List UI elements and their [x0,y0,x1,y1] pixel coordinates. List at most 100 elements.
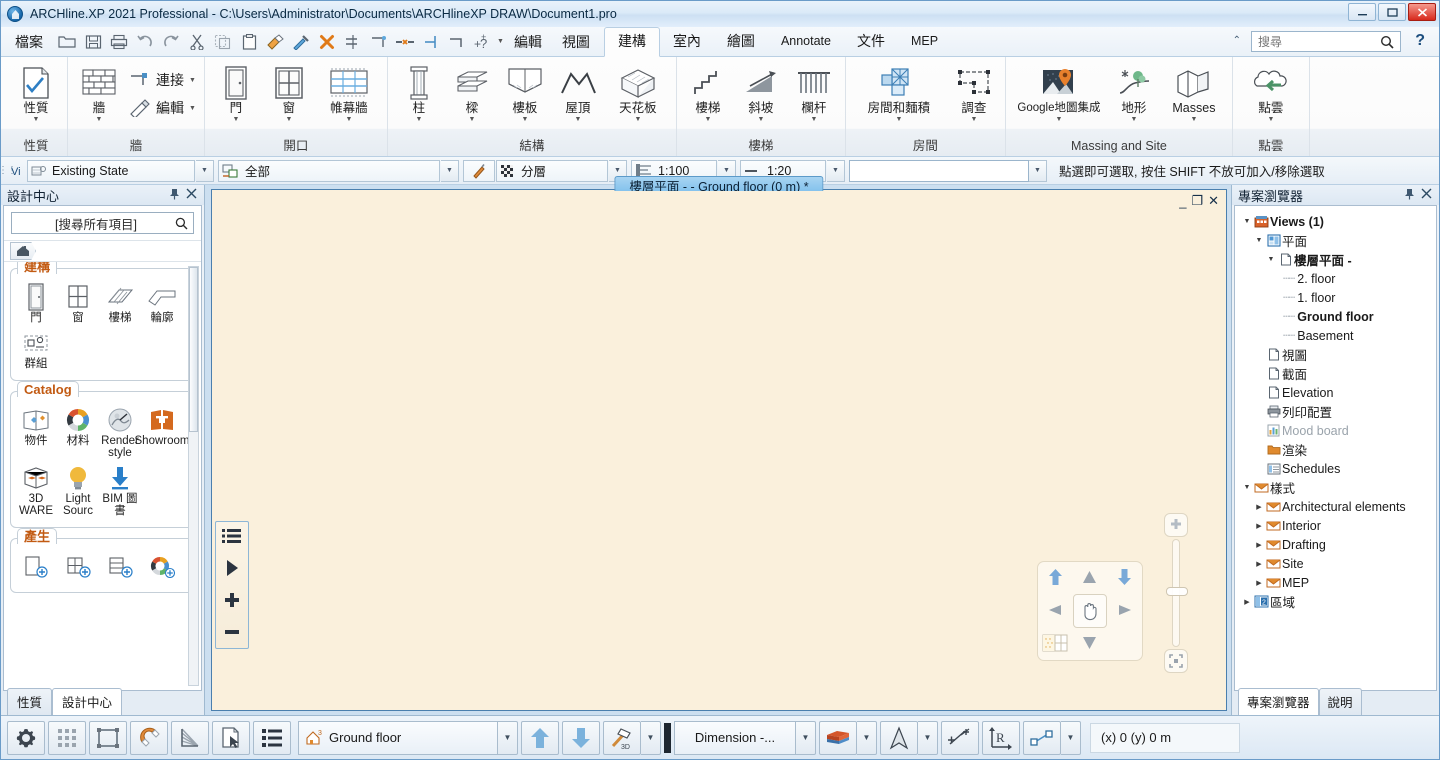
tree-node-render[interactable]: 渲染 [1239,440,1434,459]
dc-item-stair[interactable]: 樓梯 [99,282,141,324]
break-icon[interactable] [393,30,417,54]
wall-edit-button[interactable]: 編輯 ▼ [126,94,199,122]
twisty-icon[interactable]: ▶ [1253,560,1265,568]
minus-icon[interactable] [223,622,241,642]
eyedropper-icon[interactable] [289,30,313,54]
dc-item-showroom[interactable]: Showroom [135,405,189,459]
help-button[interactable]: ? [1415,32,1425,50]
corner-icon[interactable] [445,30,469,54]
redo-icon[interactable] [159,30,183,54]
ribbon-search[interactable] [1251,31,1401,52]
curtain-wall-button[interactable]: 帷幕牆 ▼ [316,62,382,124]
tree-node-views-3d[interactable]: 視圖 [1239,345,1434,364]
roof-button[interactable]: 屋頂 ▼ [552,62,604,124]
tree-node-site[interactable]: ▶ Site [1239,554,1434,573]
nav-up-grey-icon[interactable] [1082,570,1097,587]
dc-item-new-object[interactable] [99,552,141,582]
layer-group-field[interactable]: 分層 [496,159,608,182]
close-button[interactable] [1408,3,1436,21]
nav-left-icon[interactable] [1048,604,1063,619]
tree-node-interior[interactable]: ▶ Interior [1239,516,1434,535]
tab-drafting[interactable]: 繪圖 [714,27,768,57]
point-cloud-button[interactable]: 點雲 ▼ [1238,62,1304,124]
list-icon[interactable] [221,526,243,546]
tree-node-basement[interactable]: ┄┄ Basement [1239,326,1434,345]
twisty-icon[interactable]: ▶ [1253,579,1265,587]
dc-item-group[interactable]: 群組 [15,328,57,370]
nav-down-grey-icon[interactable] [1082,636,1097,653]
dc-item-new-material[interactable] [141,552,183,582]
close-icon[interactable] [1418,188,1435,202]
help-query-icon[interactable]: +? + [471,30,495,54]
wall-edit-arrow[interactable]: ▼ [189,105,196,112]
dc-item-new-door[interactable] [15,552,57,582]
tab-interior[interactable]: 室內 [660,27,714,57]
print-icon[interactable] [107,30,131,54]
copy-icon[interactable] [211,30,235,54]
tree-node-plan[interactable]: ▼ 平面 [1239,231,1434,250]
tree-node-ground-floor[interactable]: ┄┄ Ground floor [1239,307,1434,326]
paint-format-icon[interactable] [263,30,287,54]
ceiling-dropdown-arrow[interactable]: ▼ [634,116,641,124]
twisty-icon[interactable]: ▼ [1241,218,1253,225]
pan-hand-button[interactable] [1072,594,1107,628]
paste-icon[interactable] [237,30,261,54]
column-dropdown-arrow[interactable]: ▼ [415,116,422,124]
detail-scale-dropdown[interactable]: ▼ [827,159,845,182]
window-dropdown-arrow[interactable]: ▼ [285,116,292,124]
menu-edit[interactable]: 編輯 [504,30,552,54]
masses-dropdown-arrow[interactable]: ▼ [1190,116,1197,124]
layer-list-button[interactable] [253,720,291,755]
floor-combo-dropdown[interactable]: ▼ [498,720,518,755]
wall-dropdown-arrow[interactable]: ▼ [96,116,103,124]
command-combo-dropdown[interactable]: ▼ [1029,159,1047,182]
room-and-area-dropdown-arrow[interactable]: ▼ [895,116,902,124]
wall-button[interactable]: 牆 ▼ [73,62,125,124]
status-field-dropdown[interactable]: ▼ [196,159,214,182]
tree-node-architectural-elements[interactable]: ▶ Architectural elements [1239,497,1434,516]
ramp-button[interactable]: 斜坡 ▼ [735,62,787,124]
cut-icon[interactable] [185,30,209,54]
column-button[interactable]: 柱 ▼ [393,62,445,124]
slab-button[interactable]: 樓板 ▼ [499,62,551,124]
tree-node-mood-board[interactable]: Mood board [1239,421,1434,440]
delete-icon[interactable] [315,30,339,54]
menu-file[interactable]: 檔案 [7,30,55,54]
minimize-button[interactable] [1348,3,1376,21]
home-icon[interactable] [10,242,36,260]
mdi-restore-button[interactable]: ❐ [1191,193,1205,209]
settings-gear-button[interactable] [7,720,45,755]
twisty-icon[interactable]: ▼ [1253,237,1265,244]
zoom-thumb[interactable] [1166,586,1188,596]
snap-magnet-button[interactable] [130,720,168,755]
tree-node-floor-2[interactable]: ┄┄ 2. floor [1239,269,1434,288]
tree-node-print-layout[interactable]: 列印配置 [1239,402,1434,421]
tree-node-sections[interactable]: 截面 [1239,364,1434,383]
boundary-button[interactable] [89,720,127,755]
plus-icon[interactable] [223,590,241,610]
beam-button[interactable]: 樑 ▼ [446,62,498,124]
tree-node-zone[interactable]: ▶ 2 區域 [1239,592,1434,611]
trim-icon[interactable] [341,30,365,54]
curtain-wall-dropdown-arrow[interactable]: ▼ [345,116,352,124]
zoom-slider[interactable] [1163,513,1189,673]
dc-item-render-style[interactable]: Render style [99,405,141,459]
twisty-icon[interactable]: ▼ [1265,256,1277,263]
qat-overflow-caret[interactable]: ▼ [497,38,504,45]
material-dropdown[interactable]: ▼ [857,720,877,755]
tab-construction[interactable]: 建構 [603,26,660,57]
google-maps-button[interactable]: Google地圖集成 ▼ [1011,62,1107,124]
beam-dropdown-arrow[interactable]: ▼ [468,116,475,124]
collapse-ribbon-icon[interactable]: ⌃ [1233,35,1241,46]
zoom-fit-icon[interactable] [1164,649,1188,673]
terrain-button[interactable]: 地形 ▼ [1108,62,1160,124]
dc-item-3dware[interactable]: 3D WARE [15,463,57,517]
dc-item-bim-library[interactable]: BIM 圖書 [99,463,141,517]
twisty-icon[interactable]: ▶ [1253,503,1265,511]
polyline-dropdown[interactable]: ▼ [1061,720,1081,755]
room-and-area-button[interactable]: 房間和麵積 ▼ [851,62,947,124]
nav-up-blue-icon[interactable] [1048,568,1063,589]
save-icon[interactable] [81,30,105,54]
window-button[interactable]: 窗 ▼ [263,62,315,124]
point-snap-button[interactable] [941,720,979,755]
